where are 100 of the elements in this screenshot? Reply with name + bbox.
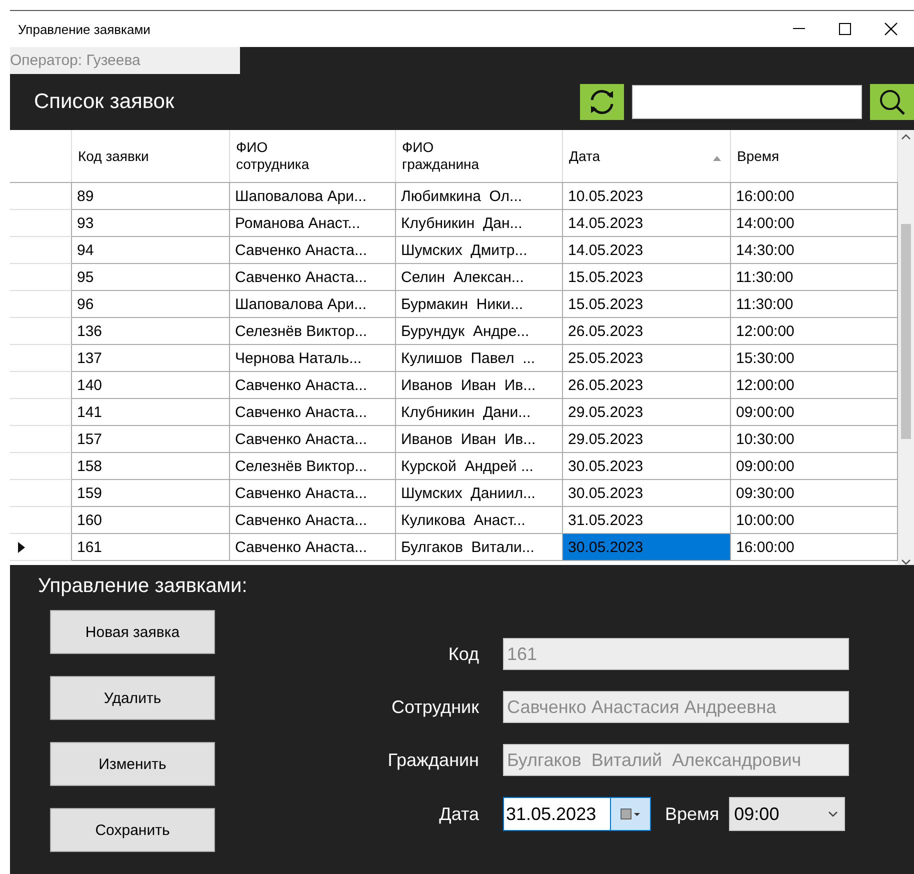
table-cell[interactable]: Клубникин Дан...	[396, 210, 563, 237]
table-cell[interactable]: 14.05.2023	[563, 210, 731, 237]
close-icon	[884, 22, 898, 36]
table-cell[interactable]: 136	[72, 318, 230, 345]
table-cell[interactable]: Иванов Иван Ив...	[396, 372, 563, 399]
table-cell[interactable]: 96	[72, 291, 230, 318]
minimize-icon	[793, 28, 805, 30]
table-cell[interactable]: 09:30:00	[731, 480, 898, 507]
search-field[interactable]	[632, 85, 862, 119]
table-cell[interactable]: Савченко Анаста...	[230, 534, 396, 561]
action-button[interactable]: Новая заявка	[50, 610, 215, 654]
table-cell[interactable]: 09:00:00	[731, 453, 898, 480]
table-cell[interactable]: 12:00:00	[731, 318, 898, 345]
search-icon	[877, 87, 907, 117]
table-cell[interactable]: 94	[72, 237, 230, 264]
table-cell[interactable]: Чернова Наталь...	[230, 345, 396, 372]
chevron-down-icon	[828, 811, 838, 817]
table-cell[interactable]: 89	[72, 183, 230, 210]
table-cell[interactable]: 29.05.2023	[563, 426, 731, 453]
table-cell[interactable]: Шумских Дмитр...	[396, 237, 563, 264]
table-cell[interactable]: Клубникин Дани...	[396, 399, 563, 426]
field-label: Код	[447, 644, 480, 664]
table-cell[interactable]: Бурмакин Ники...	[396, 291, 563, 318]
table-cell[interactable]: Савченко Анаста...	[230, 237, 396, 264]
table-cell[interactable]: 11:30:00	[731, 291, 898, 318]
table-cell[interactable]: 14.05.2023	[563, 237, 731, 264]
table-cell[interactable]: 140	[72, 372, 230, 399]
column-header[interactable]: ФИО гражданина	[396, 130, 563, 182]
time-dropdown[interactable]: 09:00	[729, 797, 846, 831]
current-row-icon	[18, 542, 25, 552]
field-label: Дата	[438, 804, 480, 824]
table-cell[interactable]: 30.05.2023	[563, 453, 731, 480]
table-cell[interactable]: 159	[72, 480, 230, 507]
action-button[interactable]: Удалить	[50, 676, 215, 720]
action-button[interactable]: Сохранить	[50, 808, 215, 852]
table-cell[interactable]: 16:00:00	[731, 183, 898, 210]
table-cell[interactable]: 26.05.2023	[563, 318, 731, 345]
table-cell[interactable]: 25.05.2023	[563, 345, 731, 372]
table-cell[interactable]: Шумских Даниил...	[396, 480, 563, 507]
table-cell[interactable]: 158	[72, 453, 230, 480]
search-button[interactable]	[870, 84, 914, 120]
table-cell[interactable]: 10:30:00	[731, 426, 898, 453]
table-cell[interactable]: Любимкина Ол...	[396, 183, 563, 210]
table-cell[interactable]: 31.05.2023	[563, 507, 731, 534]
table-cell[interactable]: 15:30:00	[731, 345, 898, 372]
column-header[interactable]: Дата	[563, 130, 731, 182]
table-cell[interactable]: Селезнёв Виктор...	[230, 453, 396, 480]
table-cell[interactable]: 26.05.2023	[563, 372, 731, 399]
table-cell[interactable]: 10:00:00	[731, 507, 898, 534]
table-cell[interactable]: Булгаков Витали...	[396, 534, 563, 561]
table-cell[interactable]: Савченко Анаста...	[230, 399, 396, 426]
table-cell[interactable]: 93	[72, 210, 230, 237]
table-cell[interactable]: 137	[72, 345, 230, 372]
field-label: Гражданин	[386, 750, 480, 770]
window-title: Управление заявками	[18, 22, 152, 36]
table-cell[interactable]: Савченко Анаста...	[230, 264, 396, 291]
table-cell[interactable]: 30.05.2023	[563, 534, 731, 561]
table-cell[interactable]: Савченко Анаста...	[230, 372, 396, 399]
sort-arrow-icon	[712, 154, 722, 160]
table-cell[interactable]: Романова Анаст...	[230, 210, 396, 237]
table-cell[interactable]: Селезнёв Виктор...	[230, 318, 396, 345]
table-cell[interactable]: 14:00:00	[731, 210, 898, 237]
table-cell[interactable]: Савченко Анаста...	[230, 426, 396, 453]
table-cell[interactable]: Кулишов Павел ...	[396, 345, 563, 372]
table-cell[interactable]: 11:30:00	[731, 264, 898, 291]
scrollbar[interactable]	[898, 130, 914, 565]
maximize-icon	[839, 23, 851, 35]
table-cell[interactable]: 29.05.2023	[563, 399, 731, 426]
table-cell[interactable]: Бурундук Андре...	[396, 318, 563, 345]
column-header[interactable]: ФИО сотрудника	[230, 130, 396, 182]
table-cell[interactable]: 157	[72, 426, 230, 453]
list-title: Список заявок	[34, 90, 176, 114]
table-cell[interactable]: Селин Алексан...	[396, 264, 563, 291]
operator-label: Оператор: Гузеева	[10, 47, 240, 74]
table-cell[interactable]: 95	[72, 264, 230, 291]
date-picker[interactable]: 31.05.2023	[503, 797, 651, 831]
table-cell[interactable]: 10.05.2023	[563, 183, 731, 210]
calendar-icon	[620, 808, 642, 820]
action-button[interactable]: Изменить	[50, 742, 215, 786]
table-cell[interactable]: Савченко Анаста...	[230, 507, 396, 534]
column-header[interactable]: Код заявки	[72, 130, 230, 182]
table-cell[interactable]: Савченко Анаста...	[230, 480, 396, 507]
table-cell[interactable]: 09:00:00	[731, 399, 898, 426]
table-cell[interactable]: 16:00:00	[731, 534, 898, 561]
table-cell[interactable]: 160	[72, 507, 230, 534]
section-title: Управление заявками:	[38, 575, 248, 598]
refresh-button[interactable]	[580, 84, 624, 120]
table-cell[interactable]: 15.05.2023	[563, 264, 731, 291]
table-cell[interactable]: Шаповалова Ари...	[230, 291, 396, 318]
table-cell[interactable]: Курской Андрей ...	[396, 453, 563, 480]
table-cell[interactable]: Иванов Иван Ив...	[396, 426, 563, 453]
table-cell[interactable]: 141	[72, 399, 230, 426]
table-cell[interactable]: Куликова Анаст...	[396, 507, 563, 534]
table-cell[interactable]: 12:00:00	[731, 372, 898, 399]
table-cell[interactable]: 15.05.2023	[563, 291, 731, 318]
table-cell[interactable]: Шаповалова Ари...	[230, 183, 396, 210]
table-cell[interactable]: 14:30:00	[731, 237, 898, 264]
field-label: Сотрудник	[390, 696, 480, 718]
table-cell[interactable]: 30.05.2023	[563, 480, 731, 507]
table-cell[interactable]: 161	[72, 534, 230, 561]
